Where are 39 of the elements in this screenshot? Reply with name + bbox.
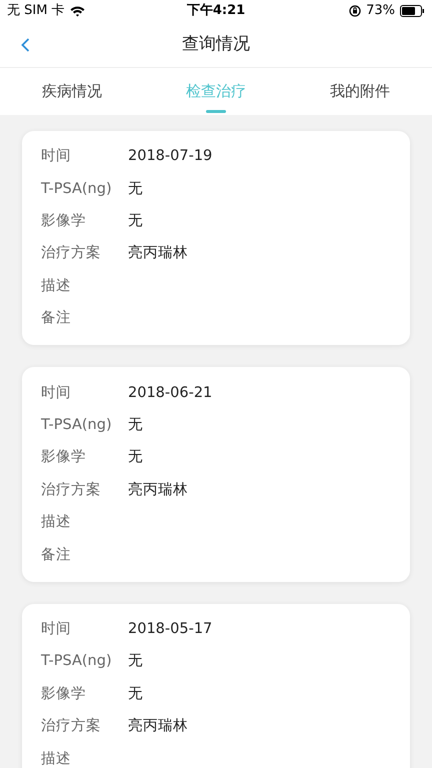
field-value: 无: [128, 684, 143, 704]
field-value: 无: [128, 416, 143, 436]
field-label: 治疗方案: [41, 480, 102, 500]
page-title: 查询情况: [182, 32, 250, 56]
battery-icon: [400, 5, 425, 17]
field-label: 治疗方案: [41, 716, 102, 736]
field-label: 治疗方案: [41, 244, 102, 264]
field-value: 亮丙瑞林: [128, 480, 188, 500]
field-label: 时间: [41, 384, 72, 403]
field-label: T-PSA(ng): [41, 180, 113, 199]
field-value: 2018-07-19: [128, 147, 212, 166]
back-icon: [20, 38, 30, 52]
field-value: 亮丙瑞林: [128, 244, 188, 264]
field-label: 描述: [41, 513, 72, 532]
field-value: 亮丙瑞林: [128, 716, 188, 736]
rotation-lock-icon: [349, 5, 362, 17]
field-label: 影像学: [41, 448, 87, 468]
field-value: 无: [128, 212, 143, 232]
field-label: 备注: [41, 309, 72, 328]
field-label: 时间: [41, 147, 72, 166]
field-label: 影像学: [41, 212, 87, 232]
field-label: 影像学: [41, 684, 87, 704]
wifi-icon: [70, 6, 85, 16]
field-label: T-PSA(ng): [41, 416, 113, 436]
field-value: 2018-06-21: [128, 384, 212, 403]
field-value: 无: [128, 180, 143, 199]
battery-percent: 73%: [366, 2, 395, 20]
field-label: T-PSA(ng): [41, 652, 113, 672]
field-label: 备注: [41, 546, 72, 565]
tab[interactable]: 我的附件: [288, 68, 432, 115]
field-value: 无: [128, 652, 143, 672]
field-label: 时间: [41, 620, 72, 639]
carrier-text: 无 SIM 卡: [7, 2, 65, 20]
field-label: 描述: [41, 276, 72, 296]
clock-text: 下午4:21: [186, 2, 246, 20]
field-value: 2018-05-17: [128, 620, 212, 639]
tab[interactable]: 疾病情况: [0, 68, 144, 115]
field-value: 无: [128, 448, 143, 468]
field-label: 描述: [41, 750, 72, 768]
